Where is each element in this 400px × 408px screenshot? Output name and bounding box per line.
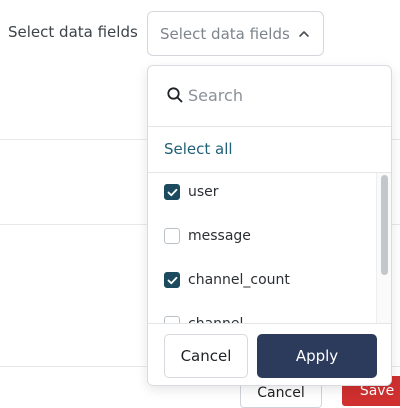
data-fields-select[interactable]: Select data fields bbox=[147, 11, 324, 56]
list-item[interactable]: user bbox=[148, 173, 376, 217]
option-label: channel bbox=[188, 315, 243, 323]
search-input[interactable] bbox=[188, 82, 378, 108]
option-label: user bbox=[188, 184, 219, 200]
cancel-button[interactable]: Cancel bbox=[164, 334, 248, 378]
search-icon bbox=[167, 87, 183, 103]
list-item[interactable]: channel bbox=[148, 305, 376, 323]
field-label: Select data fields bbox=[8, 23, 138, 41]
check-icon bbox=[167, 276, 178, 285]
checkbox-unchecked[interactable] bbox=[164, 228, 180, 244]
options-list: user message channel_count channel bbox=[148, 173, 391, 323]
check-icon bbox=[167, 188, 178, 197]
checkbox-checked[interactable] bbox=[164, 184, 180, 200]
checkbox-checked[interactable] bbox=[164, 272, 180, 288]
options-scrollbar[interactable] bbox=[376, 173, 391, 323]
dropdown-actions: Cancel Apply bbox=[148, 323, 391, 385]
select-trigger-placeholder: Select data fields bbox=[160, 25, 290, 43]
list-item[interactable]: channel_count bbox=[148, 261, 376, 305]
option-label: message bbox=[188, 228, 251, 244]
apply-button[interactable]: Apply bbox=[257, 334, 377, 378]
list-item[interactable]: message bbox=[148, 217, 376, 261]
select-all-row: Select all bbox=[148, 127, 391, 173]
data-fields-dropdown: Select all user message channel_count bbox=[147, 65, 392, 386]
scrollbar-thumb[interactable] bbox=[381, 175, 388, 275]
option-label: channel_count bbox=[188, 272, 290, 288]
select-all-link[interactable]: Select all bbox=[164, 139, 233, 159]
checkbox-unchecked[interactable] bbox=[164, 316, 180, 323]
chevron-up-icon bbox=[299, 31, 309, 37]
search-row bbox=[148, 66, 391, 127]
